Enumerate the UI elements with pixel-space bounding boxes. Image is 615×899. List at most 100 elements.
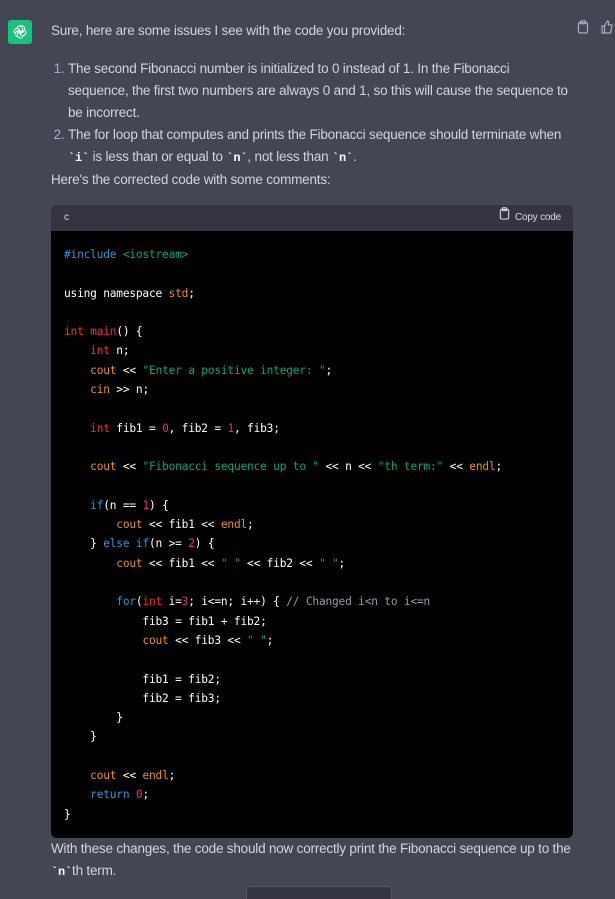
code-token: // Changed i<n to i<=n <box>286 595 431 609</box>
code-token: endl <box>220 518 248 532</box>
code-token: << n << <box>318 460 378 474</box>
code-token: <iostream> <box>122 248 189 261</box>
code-line: fib2 = fib3; <box>64 689 560 708</box>
code-token: cout <box>116 556 143 570</box>
inline-code: `i` <box>68 151 90 165</box>
code-token: , fib3; <box>233 421 280 435</box>
code-token: cout <box>90 769 117 783</box>
inline-code: `n` <box>332 151 354 165</box>
code-token: for <box>116 595 136 609</box>
closing-text-part: With these changes, the code should now … <box>51 840 571 856</box>
code-line: } else if(n >= 2) { <box>64 534 560 553</box>
code-token: ) { <box>194 537 215 551</box>
code-token: << <box>443 460 470 474</box>
code-token: return <box>90 788 130 802</box>
regenerate-button-partial[interactable] <box>246 886 392 899</box>
code-token: ; <box>325 363 333 377</box>
code-token: ; <box>247 518 254 532</box>
code-token: cout <box>116 518 143 532</box>
code-token: } <box>64 537 104 551</box>
list-item: The for loop that computes and prints th… <box>68 124 571 169</box>
code-line: } <box>64 805 560 824</box>
code-token: #include <box>64 248 123 261</box>
code-token: cout <box>90 363 117 377</box>
code-token: fib2 = fib3; <box>64 691 221 705</box>
clipboard-icon <box>499 207 510 229</box>
code-token: fib3 = fib1 + fib2; <box>64 614 267 628</box>
code-line: fib3 = fib1 + fib2; <box>64 612 560 631</box>
code-token: cin <box>90 383 110 397</box>
code-line: #include <iostream> <box>64 245 560 264</box>
code-token: "th term:" <box>377 460 444 474</box>
code-header: c Copy code <box>51 205 573 231</box>
code-line: int n; <box>64 341 560 360</box>
code-token: int <box>64 325 84 339</box>
code-line: cout << fib3 << " "; <box>64 631 560 650</box>
code-token: ; <box>266 633 274 647</box>
code-line: return 0; <box>64 785 560 804</box>
code-line: int main() { <box>64 322 560 341</box>
code-token: << <box>116 769 143 783</box>
code-token: << fib1 << <box>142 518 221 532</box>
code-line: cout << fib1 << endl; <box>64 515 560 534</box>
code-token: << <box>116 460 143 474</box>
copy-code-button[interactable]: Copy code <box>499 207 561 229</box>
code-token: (n == <box>103 498 143 512</box>
issue-text: , not less than <box>247 149 333 164</box>
code-token: ; <box>188 286 195 300</box>
issue-text: The second Fibonacci number is initializ… <box>68 61 568 120</box>
code-token: "Fibonacci sequence up to " <box>142 460 319 474</box>
issues-list: The second Fibonacci number is initializ… <box>51 58 571 169</box>
code-token: " " <box>247 633 267 647</box>
openai-logo-icon <box>8 20 32 44</box>
assistant-message: Sure, here are some issues I see with th… <box>51 20 573 883</box>
clipboard-icon[interactable] <box>577 20 591 34</box>
closing-text: With these changes, the code should now … <box>51 838 571 883</box>
issue-text: is less than or equal to <box>89 149 227 164</box>
inline-code: `n` <box>51 864 73 879</box>
issue-text: . <box>353 149 357 164</box>
code-token: ; <box>142 788 150 802</box>
code-token: int <box>142 595 163 609</box>
code-token: i= <box>162 595 182 609</box>
code-line: cout << fib1 << " " << fib2 << " "; <box>64 554 560 573</box>
code-token: std <box>168 286 189 300</box>
code-token: endl <box>469 460 496 474</box>
code-token: } <box>64 807 71 821</box>
code-token: } <box>64 711 123 725</box>
code-token: if <box>90 498 104 512</box>
code-token: fib1 = fib2; <box>64 672 221 686</box>
thumbs-up-icon[interactable] <box>601 20 615 34</box>
code-token: << fib2 << <box>240 556 319 570</box>
code-token: << <box>116 363 143 377</box>
code-block: c Copy code #include <iostream> using nam… <box>51 205 573 838</box>
closing-text-part: th term. <box>72 862 117 878</box>
lead-in-text: Here's the corrected code with some comm… <box>51 172 331 187</box>
code-token: , fib2 = <box>168 421 228 435</box>
code-line: int fib1 = 0, fib2 = 1, fib3; <box>64 419 560 438</box>
code-token: ) { <box>149 498 169 512</box>
code-token: int <box>90 344 110 358</box>
message-actions <box>577 20 615 34</box>
code-token: endl <box>142 769 169 783</box>
code-token: " " <box>318 556 339 570</box>
code-language-label: c <box>64 212 69 223</box>
code-token: (n >= <box>149 537 189 551</box>
code-line: cout << endl; <box>64 766 560 785</box>
code-line: } <box>64 708 560 727</box>
code-token: } <box>64 730 97 744</box>
code-token: using namespace <box>64 286 169 300</box>
response-intro: Sure, here are some issues I see with th… <box>51 23 406 38</box>
